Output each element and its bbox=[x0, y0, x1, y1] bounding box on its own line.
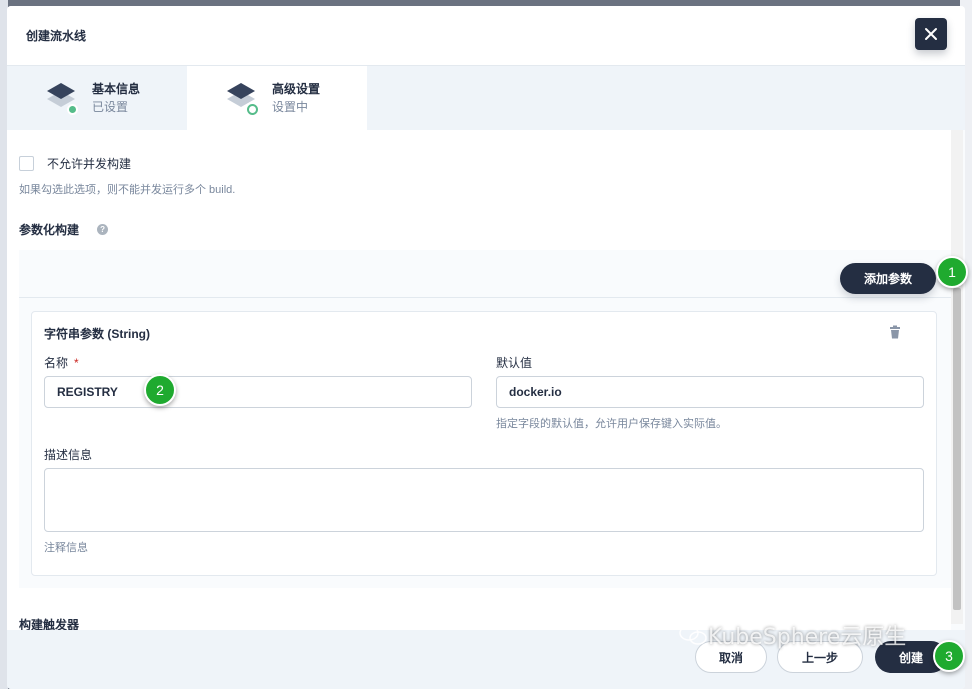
tab-status: 设置中 bbox=[272, 100, 309, 114]
default-value-label: 默认值 bbox=[496, 356, 533, 370]
required-mark: * bbox=[74, 356, 79, 370]
create-pipeline-modal: 创建流水线 基本信息 已设置 高级设置 设置中 不允许并发构建 如果勾选此选项，… bbox=[7, 6, 965, 689]
step-tabs: 基本信息 已设置 高级设置 设置中 bbox=[7, 66, 965, 130]
parameter-area: 添加参数 字符串参数 (String) 名称 * REGISTRY 默认值 doc… bbox=[19, 250, 951, 588]
tab-status: 已设置 bbox=[92, 100, 129, 114]
name-input[interactable]: REGISTRY bbox=[44, 376, 472, 408]
tab-label: 基本信息 bbox=[92, 82, 141, 96]
modal-header: 创建流水线 bbox=[7, 6, 965, 66]
add-parameter-button[interactable]: 添加参数 bbox=[840, 263, 936, 294]
help-icon[interactable]: ? bbox=[97, 224, 109, 235]
step-in-progress-icon bbox=[247, 104, 258, 115]
close-button[interactable] bbox=[915, 18, 947, 50]
annotation-badge-3: 3 bbox=[933, 640, 965, 672]
concurrent-hint: 如果勾选此选项，则不能并发运行多个 build. bbox=[19, 184, 236, 196]
card-title: 字符串参数 (String) bbox=[44, 327, 150, 341]
parameterized-build-title: 参数化构建 ? bbox=[19, 221, 109, 238]
step-complete-icon bbox=[67, 104, 78, 115]
default-value-input[interactable]: docker.io bbox=[496, 376, 924, 408]
watermark: KubeSphere云原生 bbox=[678, 619, 906, 651]
tab-label: 高级设置 bbox=[272, 82, 321, 96]
annotation-badge-2: 2 bbox=[144, 374, 176, 406]
layers-icon bbox=[224, 81, 258, 115]
checkbox-label: 不允许并发构建 bbox=[47, 157, 132, 171]
wechat-icon bbox=[679, 625, 707, 645]
parameter-toolbar bbox=[19, 250, 951, 298]
description-label: 描述信息 bbox=[44, 448, 93, 462]
trash-icon[interactable] bbox=[888, 325, 902, 339]
section-title-text: 参数化构建 bbox=[19, 223, 80, 237]
close-icon bbox=[925, 28, 937, 40]
string-parameter-card: 字符串参数 (String) 名称 * REGISTRY 默认值 docker.i… bbox=[31, 311, 937, 576]
tab-advanced-settings[interactable]: 高级设置 设置中 bbox=[187, 66, 367, 130]
scrollbar-thumb[interactable] bbox=[953, 288, 961, 610]
layers-icon bbox=[44, 81, 78, 115]
annotation-badge-1: 1 bbox=[936, 256, 968, 288]
concurrent-build-option: 不允许并发构建 bbox=[19, 155, 131, 172]
watermark-text: KubeSphere云原生 bbox=[708, 625, 907, 650]
name-label: 名称 * bbox=[44, 356, 79, 370]
description-hint: 注释信息 bbox=[44, 542, 88, 554]
default-value-hint: 指定字段的默认值，允许用户保存键入实际值。 bbox=[496, 418, 727, 430]
description-textarea[interactable] bbox=[44, 468, 924, 532]
disable-concurrent-checkbox[interactable] bbox=[19, 156, 34, 171]
modal-title: 创建流水线 bbox=[26, 29, 87, 43]
tab-basic-info[interactable]: 基本信息 已设置 bbox=[7, 66, 187, 130]
